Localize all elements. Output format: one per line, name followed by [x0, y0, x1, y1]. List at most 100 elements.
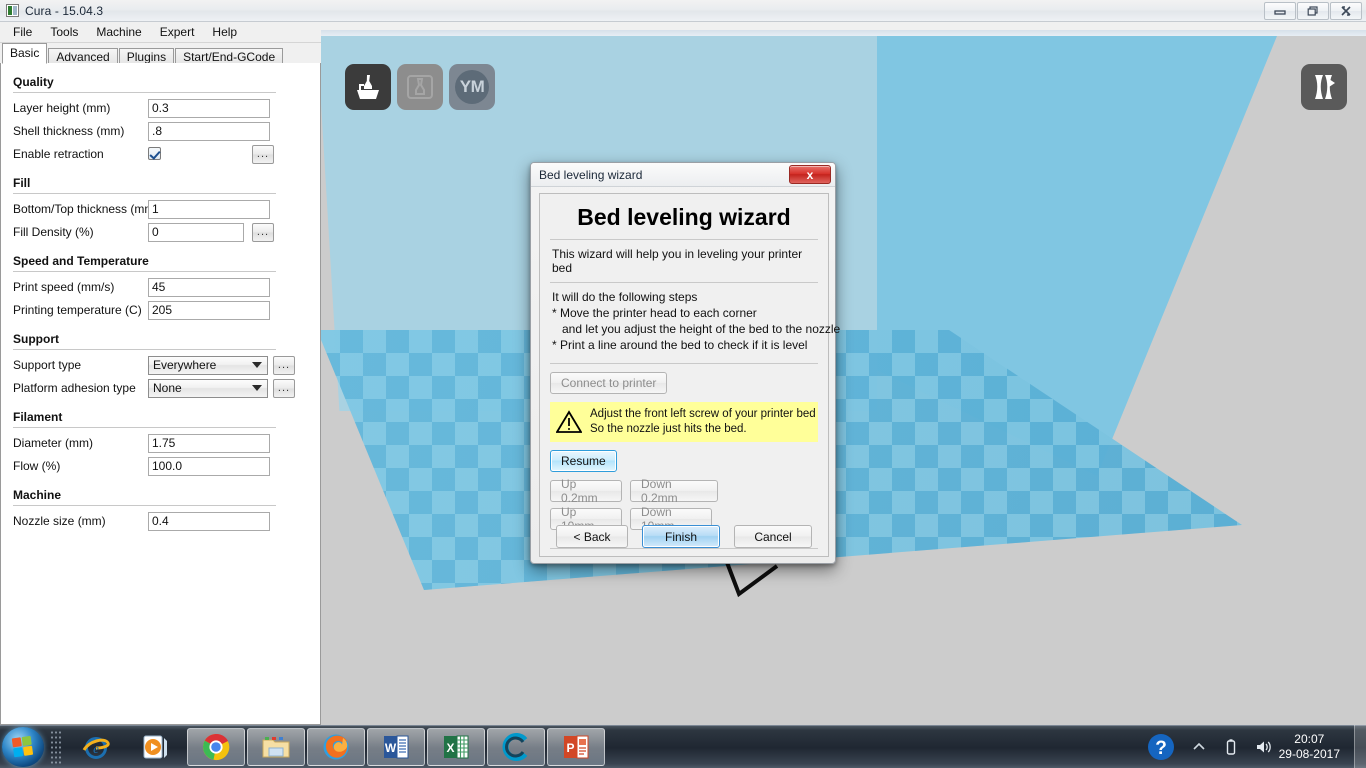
setting-label: Diameter (mm)	[13, 436, 93, 450]
setting-row: Shell thickness (mm)	[1, 120, 306, 142]
menu-item-help[interactable]: Help	[203, 23, 246, 41]
save-toolpath-button[interactable]	[397, 64, 443, 110]
wizard-heading: Bed leveling wizard	[577, 204, 791, 230]
viewport-top-gradient	[321, 30, 1366, 36]
setting-input-print-speed-mm-s[interactable]	[148, 277, 270, 297]
taskbar-clock[interactable]: 20:07 29-08-2017	[1279, 732, 1340, 762]
save-toolpath-icon	[407, 75, 433, 99]
folder-icon	[262, 737, 290, 758]
wizard-step-line: and let you adjust the height of the bed…	[552, 322, 841, 336]
dialog-body: Bed leveling wizard This wizard will hel…	[539, 193, 841, 557]
tray-help-button[interactable]: ?	[1146, 732, 1176, 762]
windows-logo-icon	[11, 735, 35, 759]
dialog-close-button[interactable]: x	[789, 165, 831, 184]
view-mode-icon	[1315, 75, 1335, 99]
cura-application-window: Cura - 15.04.3 File Tools Machine Expert…	[0, 0, 1366, 768]
view-mode-button[interactable]	[1301, 64, 1347, 110]
taskbar-grip[interactable]	[50, 730, 62, 764]
svg-text:?: ?	[1155, 738, 1167, 759]
menu-item-tools[interactable]: Tools	[41, 23, 87, 41]
divider-footer	[550, 548, 818, 549]
internet-explorer-icon: e	[82, 737, 110, 759]
setting-input-printing-temperature-c[interactable]	[148, 300, 270, 320]
taskbar-firefox[interactable]	[307, 728, 365, 766]
setting-input-shell-thickness-mm[interactable]	[148, 121, 270, 141]
menu-item-file[interactable]: File	[4, 23, 41, 41]
start-button[interactable]	[2, 727, 44, 767]
settings-group-divider	[13, 92, 276, 93]
taskbar-internet-explorer[interactable]: e	[67, 728, 125, 766]
close-icon[interactable]	[1330, 2, 1362, 20]
setting-row: Diameter (mm)	[1, 432, 306, 454]
menu-item-expert[interactable]: Expert	[151, 23, 204, 41]
setting-label: Layer height (mm)	[13, 101, 111, 115]
taskbar-media-player[interactable]	[127, 728, 185, 766]
setting-more-button-enable-retraction[interactable]: ...	[252, 144, 274, 164]
back-button[interactable]: < Back	[556, 525, 628, 548]
setting-more-button-support-type[interactable]: ...	[273, 355, 295, 375]
setting-select-support-type[interactable]: Everywhere	[148, 355, 268, 375]
cura-icon	[6, 4, 19, 17]
chevron-down-icon	[252, 384, 262, 391]
bed-leveling-wizard-dialog: Bed leveling wizard x Bed leveling wizar…	[530, 162, 841, 564]
taskbar-google-chrome[interactable]	[187, 728, 245, 766]
setting-input-nozzle-size-mm[interactable]	[148, 511, 270, 531]
svg-text:W: W	[385, 741, 397, 755]
ym-label: YM	[459, 77, 485, 96]
tray-overflow-button[interactable]	[1190, 738, 1208, 756]
dialog-titlebar[interactable]: Bed leveling wizard x	[531, 163, 835, 187]
dialog-footer: < Back Finish Cancel	[540, 525, 828, 548]
taskbar-excel[interactable]: X	[427, 728, 485, 766]
3d-viewport[interactable]: YM	[321, 30, 1366, 725]
tab-basic[interactable]: Basic	[2, 43, 48, 64]
up-0-2mm-button[interactable]: Up 0.2mm	[550, 477, 622, 505]
setting-input-diameter-mm[interactable]	[148, 433, 270, 453]
settings-list: Quality Layer height (mm) Shell thickness …	[1, 63, 306, 539]
setting-input-flow[interactable]	[148, 456, 270, 476]
cura-c-icon	[502, 733, 528, 761]
taskbar-powerpoint[interactable]: P	[547, 728, 605, 766]
setting-row: Nozzle size (mm)	[1, 510, 306, 532]
setting-row: Layer height (mm)	[1, 97, 306, 119]
setting-label: Support type	[13, 358, 82, 372]
finish-button[interactable]: Finish	[642, 525, 720, 548]
word-icon: W	[384, 735, 409, 759]
wizard-step-line: * Print a line around the bed to check i…	[552, 338, 808, 352]
setting-input-bottom-top-thickness-mm[interactable]	[148, 199, 270, 219]
load-model-button[interactable]	[345, 64, 391, 110]
setting-label: Printing temperature (C)	[13, 303, 142, 317]
speaker-icon	[1256, 741, 1271, 752]
settings-group-divider	[13, 505, 276, 506]
setting-select-platform-adhesion-type[interactable]: None	[148, 378, 268, 398]
setting-input-layer-height-mm[interactable]	[148, 98, 270, 118]
minimize-icon[interactable]	[1264, 2, 1296, 20]
warning-triangle-icon	[556, 410, 582, 433]
share-ym-button[interactable]: YM	[449, 64, 495, 110]
settings-group-divider	[13, 271, 276, 272]
taskbar-word[interactable]: W	[367, 728, 425, 766]
setting-input-fill-density[interactable]	[148, 222, 244, 242]
svg-text:X: X	[446, 741, 454, 755]
connect-to-printer-button[interactable]: Connect to printer	[550, 372, 668, 394]
show-desktop-button[interactable]	[1354, 725, 1366, 768]
settings-group-divider	[13, 193, 276, 194]
taskbar-file-explorer[interactable]	[247, 728, 305, 766]
firefox-icon	[323, 734, 349, 760]
down-0-2mm-button[interactable]: Down 0.2mm	[630, 477, 718, 505]
setting-more-button-platform-adhesion-type[interactable]: ...	[273, 378, 295, 398]
cancel-button[interactable]: Cancel	[734, 525, 812, 548]
help-question-icon: ?	[1147, 733, 1174, 760]
setting-checkbox-enable-retraction[interactable]	[148, 147, 161, 160]
restore-icon[interactable]	[1297, 2, 1329, 20]
setting-more-button-fill-density[interactable]: ...	[252, 222, 274, 242]
wizard-step-line: * Move the printer head to each corner	[552, 306, 757, 320]
tray-volume-button[interactable]	[1254, 738, 1272, 756]
taskbar-cura[interactable]	[487, 728, 545, 766]
setting-row: Fill Density (%)...	[1, 221, 306, 243]
settings-tabstrip: Basic Advanced Plugins Start/End-GCode	[0, 43, 321, 66]
window-title: Cura - 15.04.3	[25, 3, 104, 18]
warning-line-2: So the nozzle just hits the bed.	[590, 423, 747, 435]
tray-battery-button[interactable]	[1222, 738, 1240, 756]
resume-button[interactable]: Resume	[550, 450, 617, 472]
menu-item-machine[interactable]: Machine	[87, 23, 150, 41]
